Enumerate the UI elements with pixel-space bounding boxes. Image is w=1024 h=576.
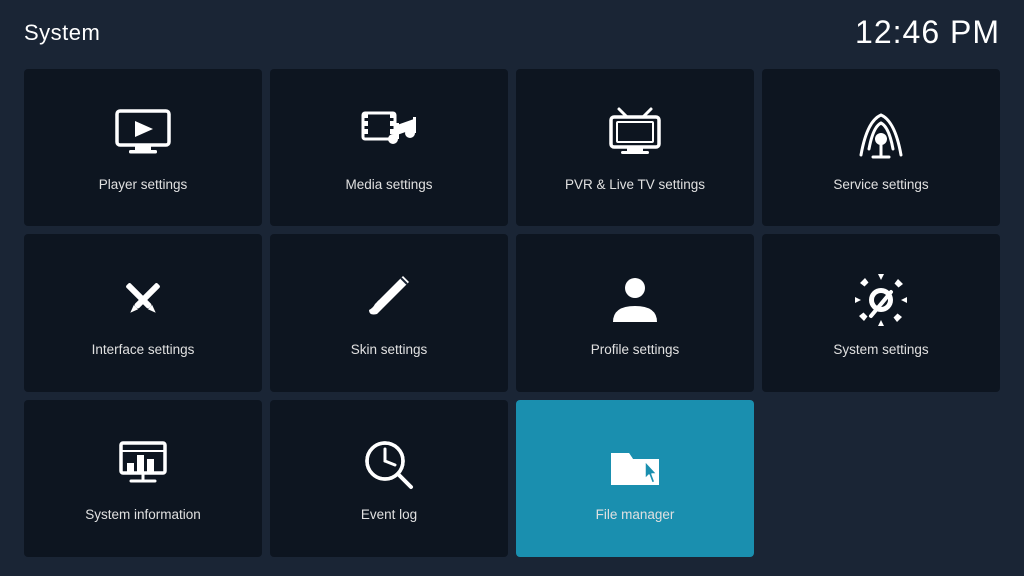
interface-settings-label: Interface settings: [92, 342, 195, 358]
player-settings-label: Player settings: [99, 177, 188, 193]
skin-icon: [357, 268, 421, 332]
tile-pvr-settings[interactable]: PVR & Live TV settings: [516, 69, 754, 226]
media-settings-label: Media settings: [345, 177, 432, 193]
settings-grid: Player settings Media settings: [0, 61, 1024, 573]
page-title: System: [24, 20, 100, 46]
tile-system-information[interactable]: System information: [24, 400, 262, 557]
player-icon: [111, 103, 175, 167]
system-settings-label: System settings: [833, 342, 928, 358]
service-icon: [849, 103, 913, 167]
tile-media-settings[interactable]: Media settings: [270, 69, 508, 226]
filemanager-icon: [603, 433, 667, 497]
tile-service-settings[interactable]: Service settings: [762, 69, 1000, 226]
tile-player-settings[interactable]: Player settings: [24, 69, 262, 226]
tile-system-settings[interactable]: System settings: [762, 234, 1000, 391]
file-manager-label: File manager: [596, 507, 675, 523]
sysinfo-icon: [111, 433, 175, 497]
clock: 12:46 PM: [855, 14, 1000, 51]
media-icon: [357, 103, 421, 167]
skin-settings-label: Skin settings: [351, 342, 428, 358]
interface-icon: [111, 268, 175, 332]
tile-event-log[interactable]: Event log: [270, 400, 508, 557]
eventlog-icon: [357, 433, 421, 497]
tile-profile-settings[interactable]: Profile settings: [516, 234, 754, 391]
tile-skin-settings[interactable]: Skin settings: [270, 234, 508, 391]
profile-icon: [603, 268, 667, 332]
tile-interface-settings[interactable]: Interface settings: [24, 234, 262, 391]
tile-file-manager[interactable]: File manager: [516, 400, 754, 557]
event-log-label: Event log: [361, 507, 417, 523]
profile-settings-label: Profile settings: [591, 342, 680, 358]
pvr-settings-label: PVR & Live TV settings: [565, 177, 705, 193]
pvr-icon: [603, 103, 667, 167]
system-settings-icon: [849, 268, 913, 332]
header: System 12:46 PM: [0, 0, 1024, 61]
service-settings-label: Service settings: [833, 177, 928, 193]
system-information-label: System information: [85, 507, 201, 523]
